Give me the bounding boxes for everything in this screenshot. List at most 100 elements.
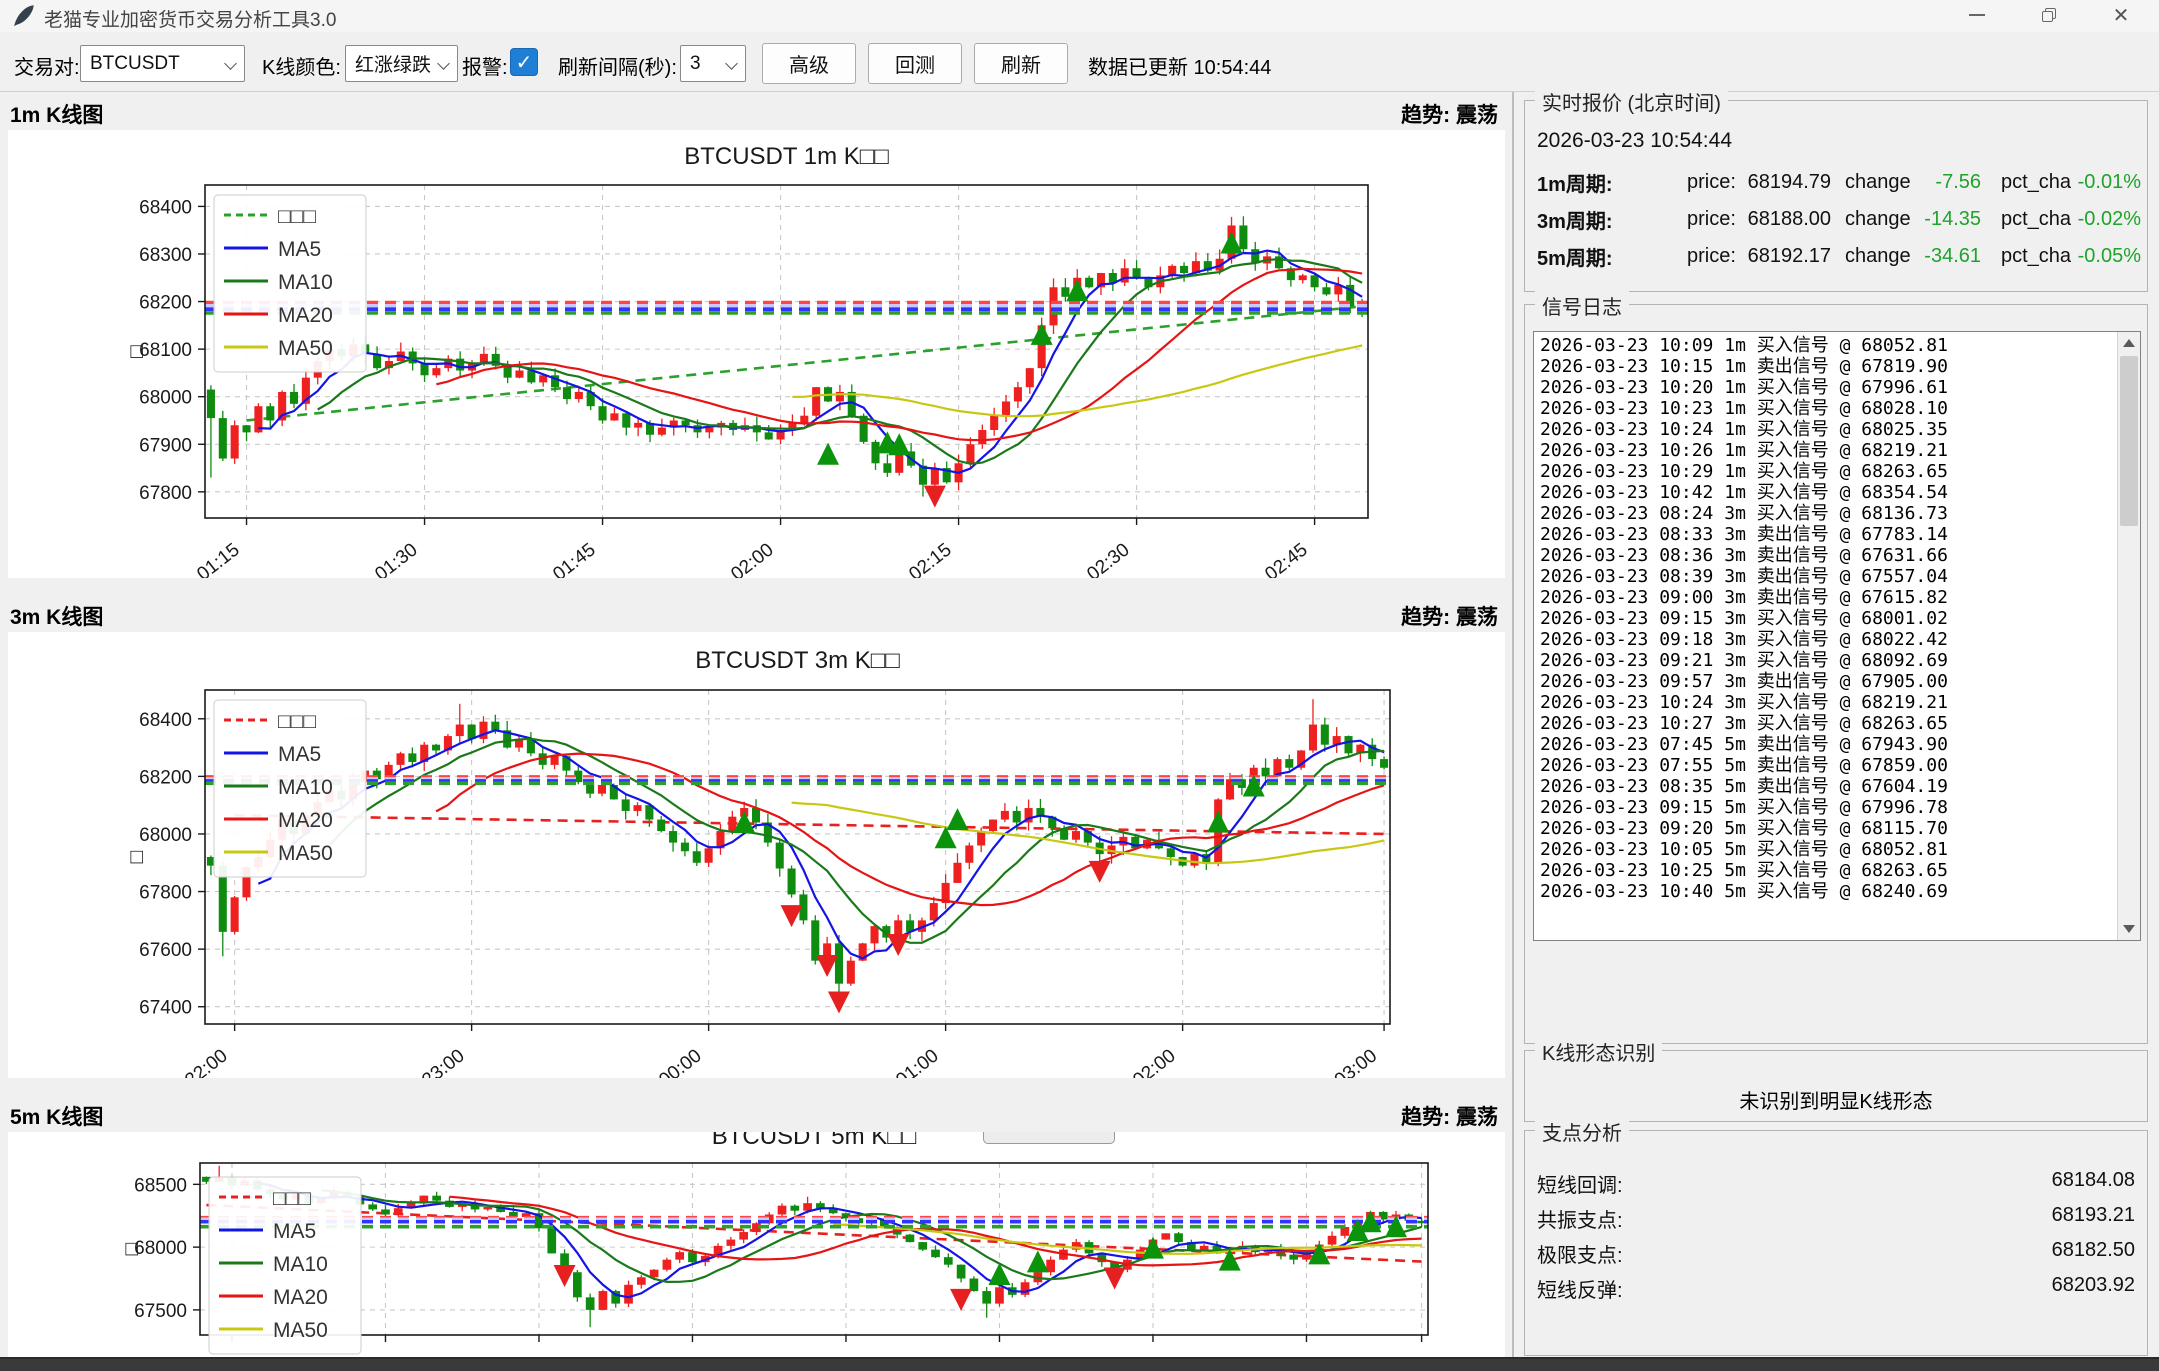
section-header-5m: 5m K线图 趋势: 震荡 bbox=[0, 1096, 1512, 1132]
svg-text:03:00: 03:00 bbox=[1331, 1045, 1381, 1078]
svg-text:01:45: 01:45 bbox=[549, 539, 599, 578]
svg-text:67400: 67400 bbox=[139, 998, 192, 1019]
check-icon: ✓ bbox=[516, 50, 533, 75]
interval-value: 3 bbox=[690, 53, 701, 75]
section-title-1m: 1m K线图 bbox=[10, 99, 103, 129]
quotes-group-title: 实时报价 (北京时间) bbox=[1535, 87, 1728, 116]
svg-text:67900: 67900 bbox=[139, 435, 192, 456]
close-button[interactable]: ✕ bbox=[2089, 0, 2153, 30]
svg-text:MA10: MA10 bbox=[278, 271, 333, 294]
svg-text:68000: 68000 bbox=[139, 825, 192, 846]
svg-text:□□□: □□□ bbox=[278, 205, 316, 228]
svg-text:67800: 67800 bbox=[139, 483, 192, 504]
svg-text:BTCUSDT 5m K□□: BTCUSDT 5m K□□ bbox=[712, 1132, 917, 1150]
minimize-button[interactable] bbox=[1945, 0, 2009, 30]
pivot-groupbox: 支点分析 短线回调:68184.08共振支点:68193.21极限支点:6818… bbox=[1524, 1130, 2148, 1356]
alarm-label: 报警: bbox=[462, 51, 508, 80]
arrow-down-icon bbox=[2123, 925, 2135, 933]
pair-label: 交易对: bbox=[14, 51, 80, 80]
svg-text:68400: 68400 bbox=[139, 197, 192, 218]
candle-color-select[interactable]: 红涨绿跌 bbox=[345, 45, 458, 82]
svg-text:01:00: 01:00 bbox=[892, 1045, 942, 1078]
quote-row: 1m周期:price:68194.79change-7.56pct_cha-0.… bbox=[1537, 167, 2137, 197]
svg-text:MA10: MA10 bbox=[278, 776, 333, 799]
interval-select[interactable]: 3 bbox=[680, 45, 746, 82]
svg-text:MA50: MA50 bbox=[273, 1319, 328, 1342]
pattern-groupbox: K线形态识别 未识别到明显K线形态 bbox=[1524, 1050, 2148, 1122]
svg-text:02:30: 02:30 bbox=[1083, 539, 1133, 578]
refresh-button[interactable]: 刷新 bbox=[974, 43, 1068, 84]
3m-kline-chart: 67400676006780068000682006840022:0023:00… bbox=[8, 632, 1505, 1078]
trend-badge-1m: 趋势: 震荡 bbox=[1401, 99, 1498, 129]
window-title: 老猫专业加密货币交易分析工具3.0 bbox=[44, 5, 336, 32]
scroll-up-button[interactable] bbox=[2118, 332, 2140, 354]
pivot-row: 极限支点:68182.50 bbox=[1537, 1239, 2135, 1268]
scroll-thumb[interactable] bbox=[2120, 356, 2138, 526]
svg-text:□: □ bbox=[125, 850, 148, 863]
svg-text:68500: 68500 bbox=[134, 1175, 187, 1196]
svg-text:MA20: MA20 bbox=[278, 809, 333, 832]
section-title-5m: 5m K线图 bbox=[10, 1101, 103, 1131]
svg-text:23:00: 23:00 bbox=[418, 1045, 468, 1078]
chart-figure-3m: 67400676006780068000682006840022:0023:00… bbox=[8, 632, 1505, 1078]
pair-value: BTCUSDT bbox=[90, 53, 180, 75]
svg-text:MA10: MA10 bbox=[273, 1253, 328, 1276]
svg-text:MA5: MA5 bbox=[278, 238, 321, 261]
svg-text:68200: 68200 bbox=[139, 293, 192, 314]
svg-text:MA50: MA50 bbox=[278, 842, 333, 865]
section-title-3m: 3m K线图 bbox=[10, 601, 103, 631]
svg-text:67800: 67800 bbox=[139, 883, 192, 904]
signal-log-scrollbar[interactable] bbox=[2117, 332, 2140, 940]
scroll-down-button[interactable] bbox=[2118, 918, 2140, 940]
svg-text:67500: 67500 bbox=[134, 1301, 187, 1322]
svg-text:MA5: MA5 bbox=[273, 1220, 316, 1243]
backtest-button[interactable]: 回测 bbox=[868, 43, 962, 84]
pivot-row: 共振支点:68193.21 bbox=[1537, 1204, 2135, 1233]
quotes-groupbox: 实时报价 (北京时间) 2026-03-23 10:54:44 1m周期:pri… bbox=[1524, 100, 2148, 292]
svg-text:MA20: MA20 bbox=[278, 304, 333, 327]
signal-log-groupbox: 信号日志 2026-03-23 10:09 1m 买入信号 @ 68052.81… bbox=[1524, 304, 2148, 1044]
svg-text:02:00: 02:00 bbox=[1129, 1045, 1179, 1078]
advanced-button[interactable]: 高级 bbox=[762, 43, 856, 84]
alarm-checkbox[interactable]: ✓ bbox=[510, 48, 538, 76]
restore-button[interactable] bbox=[2017, 0, 2081, 30]
svg-text:□□□: □□□ bbox=[278, 710, 316, 733]
interval-label: 刷新间隔(秒): bbox=[558, 51, 677, 80]
pair-select[interactable]: BTCUSDT bbox=[80, 45, 245, 82]
svg-text:68300: 68300 bbox=[139, 245, 192, 266]
chart-figure-5m: 67500680006850019:0020:0021:0022:0023:00… bbox=[8, 1132, 1505, 1357]
svg-text:□: □ bbox=[125, 345, 148, 358]
restore-icon bbox=[2042, 8, 2056, 22]
5m-kline-chart: 67500680006850019:0020:0021:0022:0023:00… bbox=[8, 1132, 1505, 1357]
pivot-row: 短线回调:68184.08 bbox=[1537, 1169, 2135, 1198]
signal-log-group-title: 信号日志 bbox=[1535, 291, 1629, 320]
chevron-down-icon bbox=[437, 57, 450, 70]
quotes-datetime: 2026-03-23 10:54:44 bbox=[1537, 129, 1732, 153]
candle-color-label: K线颜色: bbox=[262, 51, 341, 80]
pivot-row: 短线反弹:68203.92 bbox=[1537, 1274, 2135, 1303]
svg-text:BTCUSDT 3m K□□: BTCUSDT 3m K□□ bbox=[695, 647, 900, 674]
svg-text:□□□: □□□ bbox=[273, 1187, 311, 1210]
chart-figure-1m: 6780067900680006810068200683006840001:15… bbox=[8, 130, 1505, 578]
svg-text:02:00: 02:00 bbox=[727, 539, 777, 578]
signal-log-lines: 2026-03-23 10:09 1m 买入信号 @ 68052.81 2026… bbox=[1540, 335, 2114, 902]
svg-text:MA5: MA5 bbox=[278, 743, 321, 766]
title-bar: 老猫专业加密货币交易分析工具3.0 ✕ bbox=[0, 0, 2159, 32]
svg-text:68000: 68000 bbox=[139, 388, 192, 409]
pivot-group-title: 支点分析 bbox=[1535, 1117, 1629, 1146]
app-feather-icon bbox=[12, 4, 36, 28]
pattern-group-title: K线形态识别 bbox=[1535, 1037, 1662, 1066]
svg-text:□: □ bbox=[120, 1242, 143, 1255]
toolbar: 交易对: BTCUSDT K线颜色: 红涨绿跌 报警: ✓ 刷新间隔(秒): 3… bbox=[0, 32, 2159, 92]
svg-text:MA50: MA50 bbox=[278, 337, 333, 360]
trend-badge-3m: 趋势: 震荡 bbox=[1401, 601, 1498, 631]
svg-text:68200: 68200 bbox=[139, 767, 192, 788]
chevron-down-icon bbox=[224, 57, 237, 70]
vertical-divider bbox=[1512, 92, 1514, 1357]
signal-log-textarea[interactable]: 2026-03-23 10:09 1m 买入信号 @ 68052.81 2026… bbox=[1533, 331, 2141, 941]
svg-text:MA20: MA20 bbox=[273, 1286, 328, 1309]
1m-kline-chart: 6780067900680006810068200683006840001:15… bbox=[8, 130, 1505, 578]
arrow-up-icon bbox=[2123, 339, 2135, 347]
svg-text:67600: 67600 bbox=[139, 940, 192, 961]
svg-text:BTCUSDT 1m K□□: BTCUSDT 1m K□□ bbox=[684, 143, 889, 170]
